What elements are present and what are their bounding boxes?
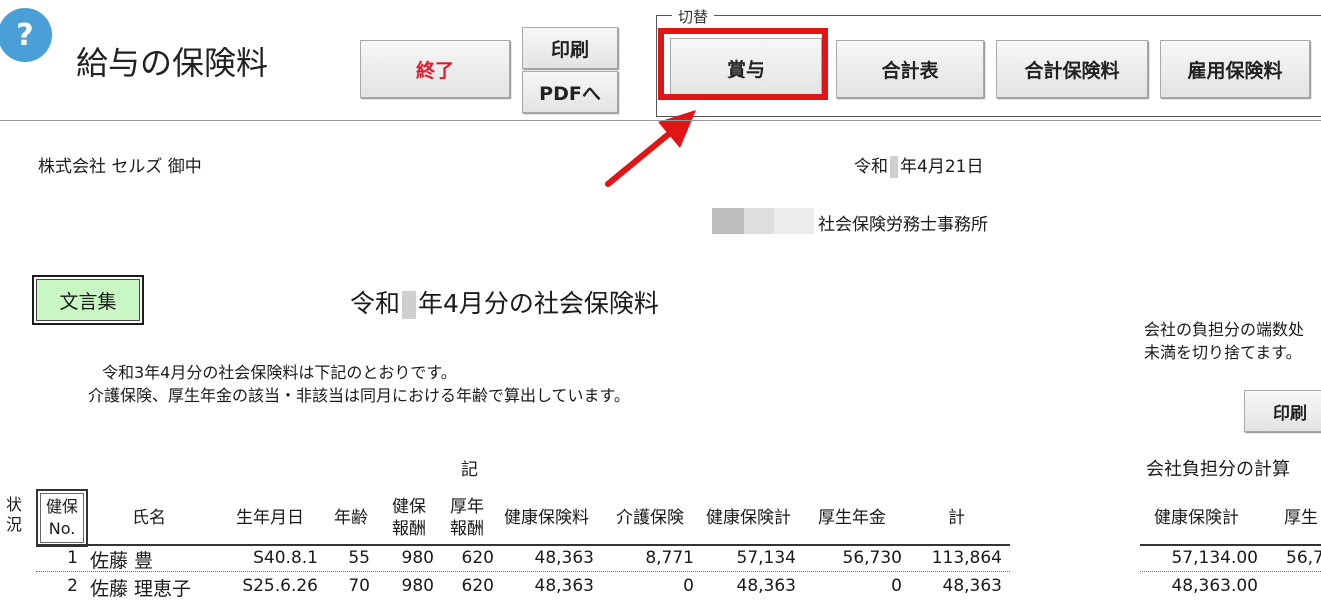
col-header-age: 年齢: [334, 508, 368, 528]
company-health-total: 48,363.00: [1171, 576, 1258, 596]
redacted-block: [774, 208, 814, 234]
body-text-line-2: 介護保険、厚生年金の該当・非該当は同月における年齢で算出しています。: [88, 386, 630, 405]
health-total: 57,134: [736, 548, 796, 568]
highlight-box: [658, 28, 828, 100]
header-divider: [0, 120, 1321, 121]
redacted-block: [744, 208, 774, 234]
row-separator: [1140, 571, 1321, 572]
birth-date: S25.6.26: [242, 576, 318, 596]
heading-rest: 年4月分の社会保険料: [418, 289, 659, 318]
health-premium: 48,363: [534, 576, 594, 596]
table-header-rule: [36, 544, 1010, 546]
date-rest: 年4月21日: [900, 157, 984, 177]
col-header-status-line2: 況: [5, 515, 22, 534]
company-col-header-pension: 厚生: [1284, 508, 1318, 528]
care-insurance: 8,771: [645, 548, 694, 568]
col-header-health-premium: 健康保険料: [504, 508, 589, 528]
col-header-health-total: 健康保険計: [706, 508, 791, 528]
row-total: 113,864: [931, 548, 1002, 568]
switch-group-label: 切替: [672, 6, 715, 27]
company-calc-title: 会社負担分の計算: [1146, 459, 1290, 480]
total-table-button[interactable]: 合計表: [836, 40, 984, 98]
employee-name: 佐藤 豊: [90, 550, 154, 572]
document-heading: 令和 年4月分の社会保険料: [350, 284, 659, 320]
col-header-care-insurance: 介護保険: [616, 508, 684, 528]
col-header-health-remuneration: 健保 報酬: [392, 496, 426, 540]
health-premium: 48,363: [534, 548, 594, 568]
health-total: 48,363: [736, 576, 796, 596]
col-header-status: 状 況: [4, 495, 24, 535]
redacted-block: [712, 208, 744, 234]
company-pension: 56,7: [1286, 548, 1321, 568]
employment-insurance-button[interactable]: 雇用保険料: [1160, 40, 1310, 98]
pension-amount: 0: [891, 576, 902, 596]
health-remuneration: 980: [401, 576, 434, 596]
pension-remuneration: 620: [461, 548, 494, 568]
employee-name: 佐藤 理恵子: [90, 578, 192, 600]
company-health-total: 57,134.00: [1171, 548, 1258, 568]
col-header-pension-remuneration: 厚年 報酬: [450, 496, 484, 540]
health-remuneration: 980: [401, 548, 434, 568]
heading-era: 令和: [350, 289, 401, 318]
pointer-arrow-icon: [605, 110, 696, 187]
row-separator: [36, 571, 1010, 572]
rounding-note-line-2: 未満を切り捨てます。: [1144, 343, 1302, 362]
pension-remuneration: 620: [461, 576, 494, 596]
document-date: 令和 年4月21日: [854, 152, 983, 178]
company-print-button[interactable]: 印刷: [1244, 390, 1321, 432]
birth-date: S40.8.1: [253, 548, 318, 568]
redacted-block: [402, 291, 417, 319]
col-header-kenpo-line1: 健保: [45, 497, 78, 516]
pension-amount: 56,730: [842, 548, 902, 568]
row-number: 2: [67, 576, 78, 596]
col-header-kenpo-line2: No.: [48, 519, 76, 538]
total-insurance-button[interactable]: 合計保険料: [996, 40, 1148, 98]
redacted-block: [890, 156, 898, 178]
company-col-header-health-total: 健康保険計: [1154, 508, 1239, 528]
col-header-birthdate: 生年月日: [236, 508, 304, 528]
recipient-name: 株式会社 セルズ 御中: [38, 157, 202, 177]
col-header-kenpo-no[interactable]: 健保 No.: [36, 489, 88, 547]
col-header-health-remun-line1: 健保: [392, 497, 426, 517]
exit-button[interactable]: 終了: [360, 40, 510, 98]
page-title: 給与の保険料: [76, 44, 269, 82]
row-total: 48,363: [942, 576, 1002, 596]
row-number: 1: [67, 548, 78, 568]
age: 70: [348, 576, 370, 596]
care-insurance: 0: [683, 576, 694, 596]
rounding-note-line-1: 会社の負担分の端数处: [1144, 320, 1305, 339]
company-table-header-rule: [1140, 544, 1321, 546]
col-header-status-line1: 状: [5, 495, 22, 514]
col-header-pension: 厚生年金: [818, 508, 886, 528]
col-header-pension-remun-line2: 報酬: [450, 519, 484, 539]
date-era: 令和: [854, 157, 888, 177]
col-header-health-remun-line2: 報酬: [392, 519, 426, 539]
print-button[interactable]: 印刷: [522, 27, 618, 69]
phrases-button[interactable]: 文言集: [32, 275, 144, 325]
col-header-pension-remun-line1: 厚年: [450, 497, 484, 517]
col-header-total: 計: [948, 508, 965, 528]
age: 55: [348, 548, 370, 568]
body-text-line-1: 令和3年4月分の社会保険料は下記のとおりです。: [102, 363, 457, 382]
office-name: 社会保険労務士事務所: [818, 215, 988, 235]
ki-label: 記: [461, 460, 478, 480]
col-header-name: 氏名: [132, 508, 166, 528]
help-icon[interactable]: ?: [0, 8, 52, 62]
